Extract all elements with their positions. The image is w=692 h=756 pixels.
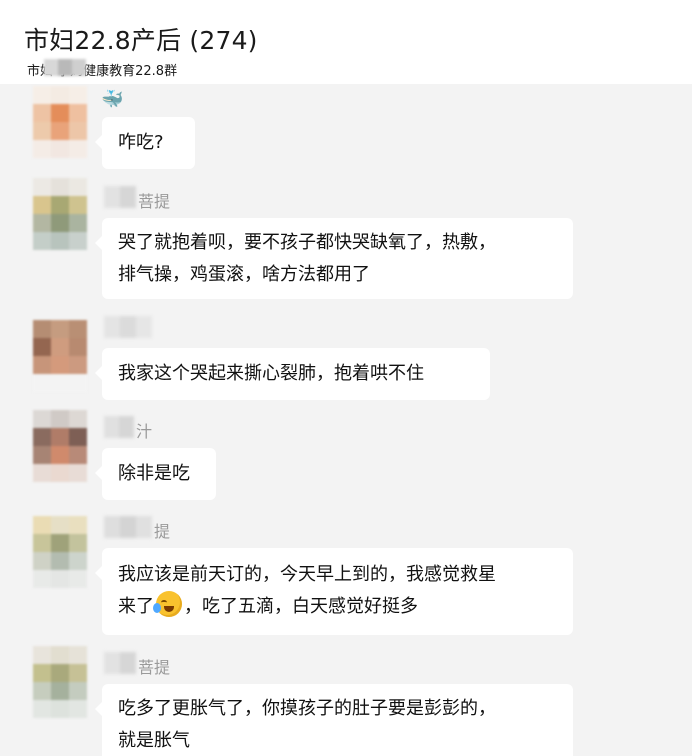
sender-name[interactable]: 提 xyxy=(154,518,170,542)
avatar[interactable] xyxy=(33,178,87,250)
sender-name-mosaic xyxy=(104,416,134,438)
message-text: 我应该是前天订的，今天早上到的，我感觉救星 xyxy=(118,564,496,585)
message-text: 吃多了更胀气了，你摸孩子的肚子要是彭彭的， xyxy=(118,698,496,719)
avatar[interactable] xyxy=(33,410,87,482)
message-bubble[interactable]: 我应该是前天订的，今天早上到的，我感觉救星 来了 ，吃了五滴，白天感觉好挺多 xyxy=(95,548,573,635)
sender-name-mosaic xyxy=(104,316,152,338)
avatar[interactable] xyxy=(33,86,87,158)
message-bubble[interactable]: 除非是吃 xyxy=(95,448,216,500)
message-text: 排气操，鸡蛋滚，啥方法都用了 xyxy=(118,264,370,285)
message-bubble[interactable]: 我家这个哭起来撕心裂肺，抱着哄不住 xyxy=(95,348,490,400)
sender-name[interactable]: 菩提 xyxy=(138,188,170,212)
chat-header: 市妇22.8产后 (274) 市妇 孕妈健康教育22.8群 xyxy=(0,0,692,84)
subtitle-mosaic xyxy=(44,59,86,76)
avatar[interactable] xyxy=(33,516,87,588)
group-title[interactable]: 市妇22.8产后 (274) xyxy=(24,21,258,57)
message-line: 来了 ，吃了五滴，白天感觉好挺多 xyxy=(118,591,557,623)
sender-name-mosaic xyxy=(104,186,136,208)
sender-name[interactable]: 汁 xyxy=(136,418,152,442)
sender-name[interactable]: 菩提 xyxy=(138,654,170,678)
message-bubble[interactable]: 哭了就抱着呗，要不孩子都快哭缺氧了，热敷， 排气操，鸡蛋滚，啥方法都用了 xyxy=(95,218,573,299)
avatar[interactable] xyxy=(33,646,87,718)
message-text: 除非是吃 xyxy=(118,463,190,484)
message-text: 咋吃? xyxy=(118,132,164,153)
message-bubble[interactable]: 咋吃? xyxy=(95,117,195,169)
message-text: 哭了就抱着呗，要不孩子都快哭缺氧了，热敷， xyxy=(118,232,496,253)
message-bubble[interactable]: 吃多了更胀气了，你摸孩子的肚子要是彭彭的， 就是胀气 xyxy=(95,684,573,756)
sender-name-mosaic xyxy=(104,516,152,538)
laugh-crying-icon xyxy=(153,591,182,617)
avatar[interactable] xyxy=(33,320,87,392)
message-text: 就是胀气 xyxy=(118,730,190,751)
message-text: 来了 xyxy=(118,596,154,617)
message-text: 我家这个哭起来撕心裂肺，抱着哄不住 xyxy=(118,363,424,384)
message-list[interactable]: 🐳 咋吃? 菩提 哭了就抱着呗，要不孩子都快哭缺氧了，热敷， 排气操，鸡蛋滚，啥… xyxy=(0,84,692,756)
message-text: ，吃了五滴，白天感觉好挺多 xyxy=(184,596,418,617)
sender-name-mosaic xyxy=(104,652,136,674)
whale-icon: 🐳 xyxy=(101,89,124,110)
